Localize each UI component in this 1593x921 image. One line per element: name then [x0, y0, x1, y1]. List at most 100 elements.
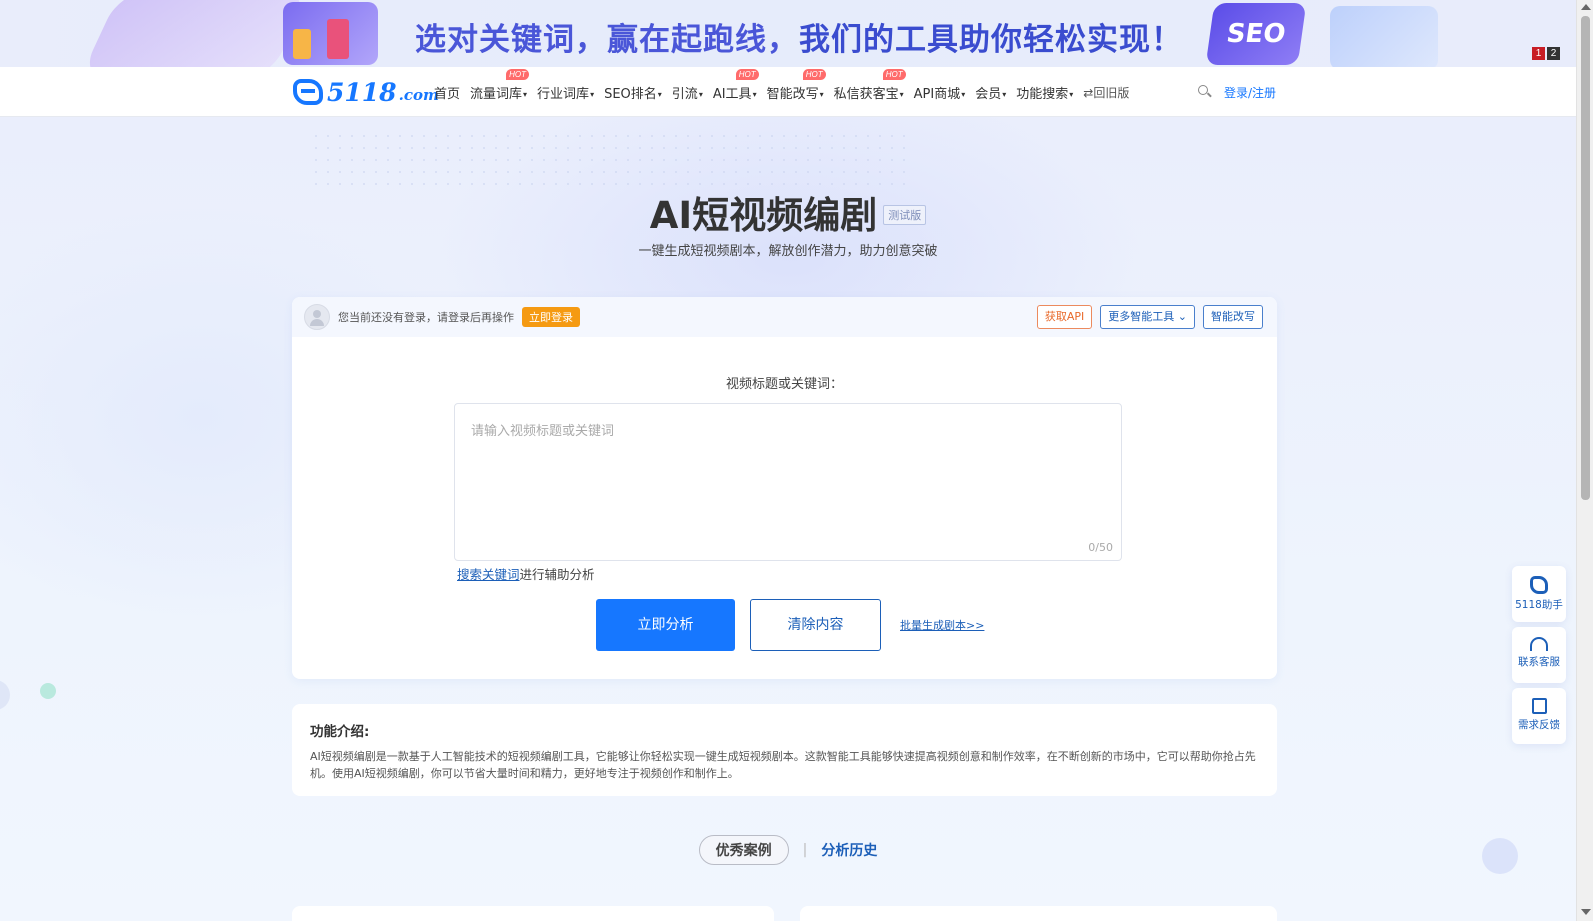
- feedback-icon: [1531, 698, 1547, 714]
- nav-item-label: 首页: [434, 86, 461, 102]
- login-now-button[interactable]: 立即登录: [522, 307, 580, 327]
- nav-item-label: 引流: [671, 86, 698, 102]
- caret-down-icon: ▾: [819, 89, 824, 99]
- case-card[interactable]: [800, 906, 1277, 921]
- 5118-logo-icon: [293, 79, 323, 105]
- banner-page-2[interactable]: 2: [1547, 47, 1560, 60]
- cube-decoration: [1330, 6, 1438, 67]
- nav-item-6[interactable]: 智能改写▾ HOT: [766, 68, 826, 102]
- more-tools-label: 更多智能工具: [1108, 310, 1175, 323]
- caret-down-icon: ▾: [523, 89, 528, 99]
- nav-items: 首页 流量词库▾ HOT 行业词库▾ SEO排名▾ 引流▾ AI工具▾ HOT 智能改写▾ HOT…: [434, 67, 1129, 117]
- login-tip: 您当前还没有登录，请登录后再操作: [338, 311, 514, 324]
- logo-suffix: .com: [398, 86, 439, 104]
- dot-grid-decoration: [310, 130, 910, 190]
- caret-down-icon: ▾: [657, 89, 662, 99]
- seo-badge-icon: SEO: [1205, 3, 1307, 65]
- banner-text-part2: 我们的工具助你轻松实现！: [799, 22, 1183, 58]
- nav-item-3[interactable]: SEO排名▾: [604, 83, 662, 102]
- nav-item-7[interactable]: 私信获客宝▾ HOT: [833, 68, 906, 102]
- case-tabs: 优秀案例 | 分析历史: [0, 835, 1576, 865]
- batch-generate-link[interactable]: 批量生成剧本>>: [900, 617, 984, 633]
- field-label: 视频标题或关键词：: [725, 377, 843, 392]
- search-icon[interactable]: [1198, 85, 1212, 99]
- headset-icon: [1530, 637, 1548, 651]
- nav-item-4[interactable]: 引流▾: [672, 83, 703, 102]
- header-actions: 获取API 更多智能工具 ⌄ 智能改写: [1036, 305, 1263, 329]
- scroll-thumb[interactable]: [1581, 16, 1590, 500]
- chevron-down-icon: ⌄: [1177, 310, 1187, 323]
- nav-item-2[interactable]: 行业词库▾: [537, 83, 594, 102]
- assistant-label: 5118助手: [1515, 599, 1563, 611]
- intro-title: 功能介绍:: [310, 724, 370, 740]
- intro-body: AI短视频编剧是一款基于人工智能技术的短视频编剧工具，它能够让你轻松实现一键生成…: [310, 750, 1256, 780]
- banner-illustration: [283, 2, 378, 65]
- hot-badge: HOT: [802, 68, 826, 80]
- logo-main: 5118: [327, 77, 397, 107]
- beta-badge: 测试版: [883, 204, 927, 225]
- banner-page-1[interactable]: 1: [1532, 47, 1545, 60]
- nav-item-label: 会员: [975, 86, 1002, 102]
- old-version-link[interactable]: ⇄回旧版: [1083, 84, 1129, 101]
- nav-item-label: 行业词库: [537, 86, 590, 102]
- caret-down-icon: ▾: [961, 89, 966, 99]
- banner-text-part1: 选对关键词，赢在起跑线，: [415, 22, 799, 58]
- hot-badge: HOT: [735, 68, 759, 80]
- customer-service-label: 联系客服: [1518, 656, 1560, 668]
- tab-excellent-cases[interactable]: 优秀案例: [698, 835, 789, 865]
- nav-item-label: 智能改写: [766, 86, 819, 102]
- nav-item-8[interactable]: API商城▾: [914, 83, 966, 102]
- more-tools-button[interactable]: 更多智能工具 ⌄: [1100, 305, 1195, 329]
- analyze-button[interactable]: 立即分析: [596, 599, 735, 651]
- nav-item-0[interactable]: 首页: [434, 83, 460, 102]
- assistant-button[interactable]: 5118助手: [1512, 566, 1566, 622]
- logo[interactable]: 5118 .com: [293, 77, 439, 107]
- page-title-text: AI短视频编剧: [649, 194, 878, 237]
- nav-item-1[interactable]: 流量词库▾ HOT: [470, 68, 530, 102]
- feedback-label: 需求反馈: [1518, 719, 1560, 731]
- page-scrollbar[interactable]: [1576, 0, 1593, 921]
- assist-text: 进行辅助分析: [519, 567, 595, 582]
- caret-down-icon: ▾: [1002, 89, 1007, 99]
- nav-item-10[interactable]: 功能搜索▾: [1016, 83, 1073, 102]
- tab-separator: |: [802, 842, 808, 858]
- banner-pager: 1 2: [1532, 47, 1560, 60]
- scroll-down-icon[interactable]: [1581, 909, 1591, 915]
- 5118-icon: [1530, 576, 1548, 594]
- hot-badge: HOT: [506, 68, 530, 80]
- nav-item-label: SEO排名: [604, 86, 657, 102]
- nav-item-label: 功能搜索: [1016, 86, 1069, 102]
- hot-badge: HOT: [882, 68, 906, 80]
- nav-item-9[interactable]: 会员▾: [975, 83, 1006, 102]
- assist-hint: 搜索关键词进行辅助分析: [457, 564, 595, 583]
- login-register-link[interactable]: 登录/注册: [1224, 84, 1276, 101]
- case-card[interactable]: [292, 906, 774, 921]
- title-keyword-input[interactable]: [455, 404, 1121, 560]
- feedback-button[interactable]: 需求反馈: [1512, 688, 1566, 744]
- clear-button[interactable]: 清除内容: [750, 599, 881, 651]
- title-input-wrapper: 0/50: [454, 403, 1122, 561]
- scroll-up-icon[interactable]: [1581, 4, 1591, 10]
- caret-down-icon: ▾: [1069, 89, 1074, 99]
- tool-card: 您当前还没有登录，请登录后再操作 立即登录 获取API 更多智能工具 ⌄ 智能改…: [292, 297, 1277, 679]
- nav-item-label: 流量词库: [470, 86, 523, 102]
- smart-rewrite-button[interactable]: 智能改写: [1203, 305, 1263, 329]
- banner-text: 选对关键词，赢在起跑线，我们的工具助你轻松实现！: [415, 14, 1183, 59]
- customer-service-button[interactable]: 联系客服: [1512, 627, 1566, 683]
- banner-decoration: [79, 0, 311, 67]
- page-title: AI短视频编剧 测试版: [0, 185, 1576, 239]
- top-banner[interactable]: 选对关键词，赢在起跑线，我们的工具助你轻松实现！ SEO 1 2: [0, 0, 1576, 67]
- caret-down-icon: ▾: [698, 89, 703, 99]
- nav-item-label: 私信获客宝: [833, 86, 899, 102]
- nav-item-5[interactable]: AI工具▾ HOT: [713, 68, 759, 102]
- char-counter: 0/50: [1088, 541, 1113, 554]
- tab-analysis-history[interactable]: 分析历史: [821, 840, 877, 860]
- caret-down-icon: ▾: [590, 89, 595, 99]
- nav-item-label: API商城: [913, 86, 961, 102]
- search-keyword-link[interactable]: 搜索关键词: [457, 567, 520, 582]
- caret-down-icon: ▾: [899, 89, 904, 99]
- card-header: 您当前还没有登录，请登录后再操作 立即登录 获取API 更多智能工具 ⌄ 智能改…: [292, 297, 1277, 337]
- caret-down-icon: ▾: [752, 89, 757, 99]
- get-api-button[interactable]: 获取API: [1036, 305, 1093, 329]
- decoration-circle: [40, 683, 56, 699]
